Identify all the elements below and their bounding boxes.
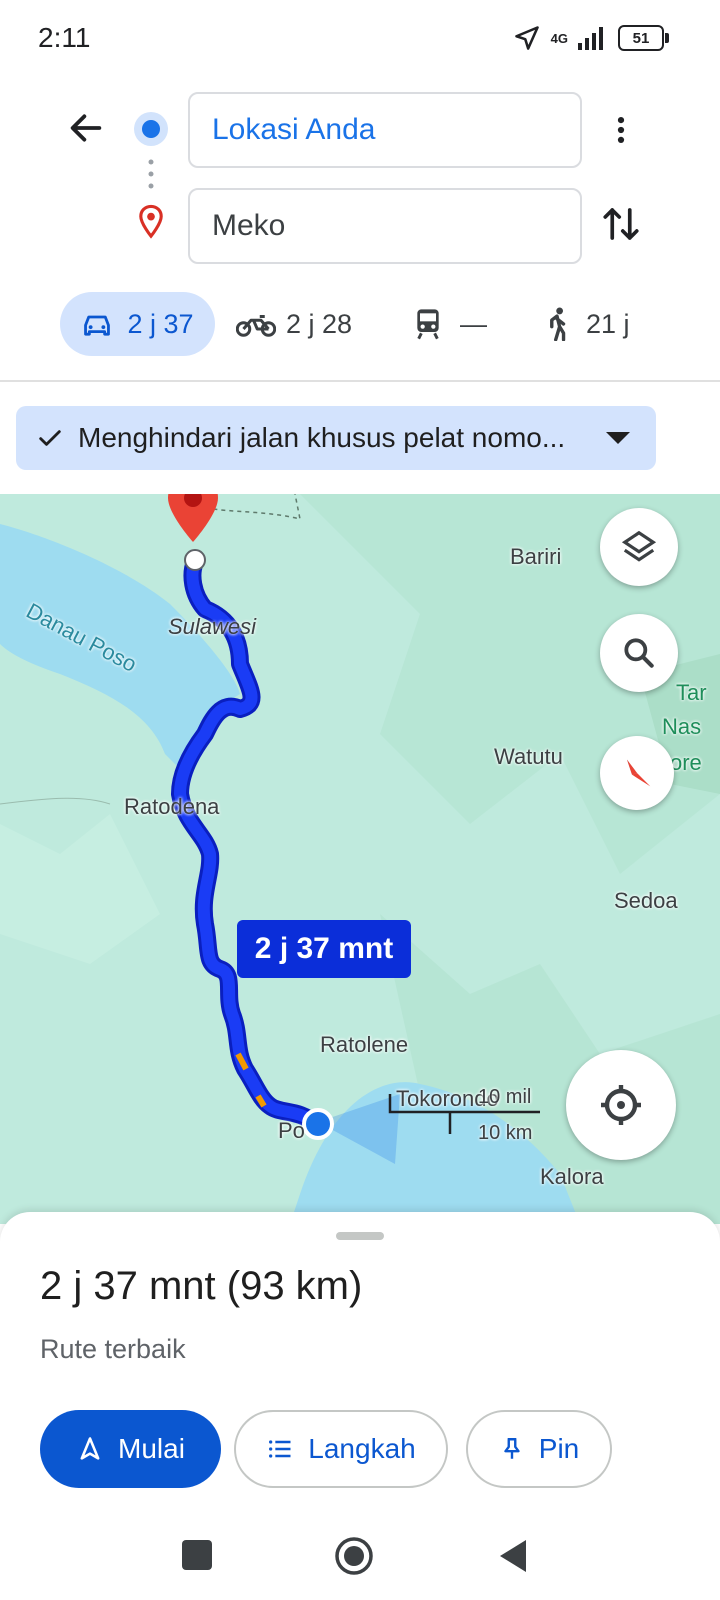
destination-pin-icon	[139, 204, 163, 239]
network-type: 4G	[550, 30, 568, 46]
mode-motorcycle-tab[interactable]: 2 j 28	[236, 292, 352, 356]
mode-car-tab[interactable]: 2 j 37	[60, 292, 215, 356]
status-time: 2:11	[38, 22, 91, 53]
route-summary: 2 j 37 mnt (93 km)	[40, 1264, 363, 1308]
sheet-drag-handle[interactable]	[336, 1232, 384, 1240]
origin-input[interactable]: Lokasi Anda	[188, 92, 582, 168]
location-arrow-icon	[514, 26, 539, 50]
route-dots	[148, 159, 154, 189]
signal-icon	[578, 27, 603, 50]
compass-button[interactable]	[600, 736, 674, 810]
map-label-park-1: Tar	[676, 680, 707, 705]
mode-transit-tab[interactable]: —	[414, 292, 487, 356]
mode-transit-time: —	[460, 308, 487, 339]
swap-icon[interactable]	[600, 202, 642, 246]
scale-imperial: 10 mil	[478, 1086, 532, 1108]
avoid-filter-chip[interactable]: Menghindari jalan khusus pelat nomo...	[16, 406, 656, 470]
battery-icon: 51	[618, 25, 669, 51]
transit-icon	[417, 309, 439, 340]
layers-icon	[621, 530, 657, 562]
pin-button-label: Pin	[538, 1433, 580, 1464]
more-vert-icon[interactable]	[604, 110, 638, 150]
map-label-poso: Po	[278, 1118, 305, 1143]
map-label-kalora: Kalora	[540, 1164, 604, 1189]
mode-motorcycle-time: 2 j 28	[286, 308, 353, 339]
car-icon	[84, 315, 111, 336]
map-view[interactable]: Danau Poso Sulawesi Bariri Watutu Ratode…	[0, 494, 720, 1224]
list-icon	[269, 1440, 291, 1458]
motorcycle-icon	[236, 315, 276, 337]
home-button[interactable]	[334, 1536, 374, 1576]
my-location-button[interactable]	[566, 1050, 676, 1160]
check-icon	[39, 430, 61, 446]
recent-apps-button[interactable]	[182, 1540, 212, 1570]
route-label: Rute terbaik	[40, 1334, 186, 1364]
scale-metric: 10 km	[478, 1122, 533, 1144]
mode-walk-time: 21 j	[586, 308, 630, 339]
header-divider	[0, 380, 720, 382]
map-label-ratolene: Ratolene	[320, 1032, 409, 1057]
start-button[interactable]: Mulai	[40, 1410, 221, 1488]
route-eta-bubble[interactable]: 2 j 37 mnt	[237, 920, 411, 978]
pin-button[interactable]: Pin	[466, 1410, 612, 1488]
back-arrow-icon[interactable]	[66, 108, 106, 148]
chevron-down-icon	[606, 432, 630, 444]
pin-icon	[504, 1438, 520, 1459]
steps-button-label: Langkah	[308, 1433, 416, 1464]
map-label-park-2: Nas	[662, 714, 702, 739]
mode-walk-tab[interactable]: 21 j	[544, 292, 630, 356]
start-button-label: Mulai	[118, 1433, 185, 1464]
steps-button[interactable]: Langkah	[234, 1410, 448, 1488]
map-label-watutu: Watutu	[494, 744, 563, 769]
walk-icon	[550, 307, 566, 341]
map-label-ratodena: Ratodena	[124, 794, 220, 819]
origin-dot-icon	[134, 112, 168, 146]
destination-input[interactable]: Meko	[188, 188, 582, 264]
navigation-icon	[80, 1437, 100, 1460]
map-label-park-3: ore	[670, 750, 702, 775]
battery-level: 51	[632, 29, 650, 47]
search-icon	[624, 638, 654, 668]
layers-button[interactable]	[600, 508, 678, 586]
map-label-sulawesi: Sulawesi	[168, 614, 257, 639]
back-nav-button[interactable]	[496, 1538, 530, 1574]
search-map-button[interactable]	[600, 614, 678, 692]
my-location-icon	[601, 1085, 641, 1125]
compass-icon	[627, 759, 651, 787]
mode-car-time: 2 j 37	[127, 308, 194, 339]
map-label-bariri: Bariri	[510, 544, 562, 569]
map-label-sedoa: Sedoa	[614, 888, 678, 913]
avoid-filter-label: Menghindari jalan khusus pelat nomo...	[78, 422, 566, 453]
status-icons: 4G 51	[513, 22, 669, 54]
